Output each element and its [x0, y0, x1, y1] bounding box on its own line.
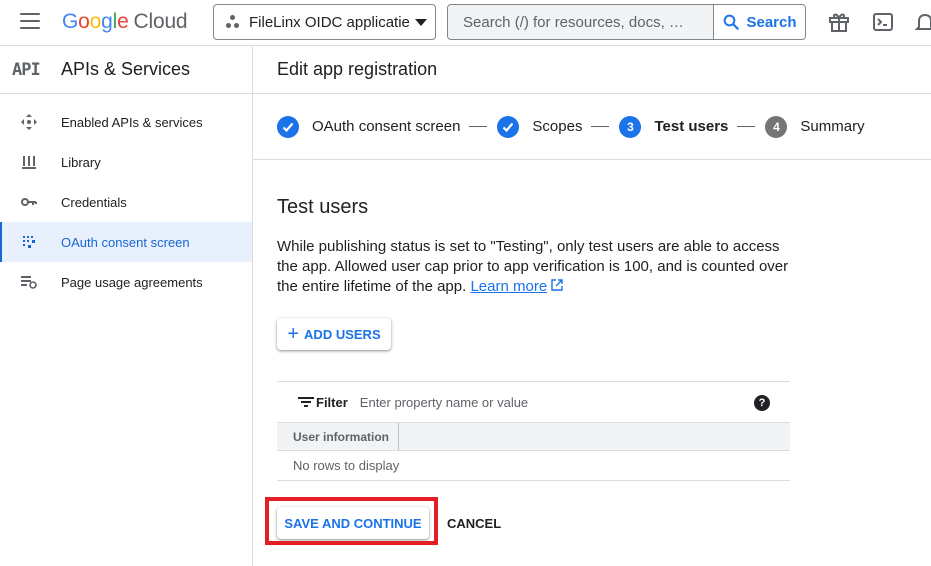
api-logo-icon: API — [12, 59, 41, 80]
library-icon — [19, 155, 39, 169]
step-number: 3 — [619, 115, 642, 138]
oauth-consent-icon — [19, 235, 39, 249]
top-bar: Google Cloud FileLinx OIDC applicatie Sea… — [0, 0, 931, 46]
step-oauth-consent[interactable]: OAuth consent screen — [277, 115, 460, 138]
check-icon — [497, 115, 520, 138]
empty-table-message: No rows to display — [277, 451, 790, 481]
gift-icon[interactable] — [827, 10, 851, 34]
menu-icon[interactable] — [20, 13, 40, 29]
sidebar-item-oauth-consent[interactable]: OAuth consent screen — [0, 222, 252, 262]
sidebar-item-enabled-apis[interactable]: Enabled APIs & services — [0, 102, 252, 142]
section-title: Test users — [277, 196, 369, 218]
project-icon — [226, 15, 240, 29]
notifications-icon[interactable] — [913, 10, 931, 34]
filter-icon — [298, 397, 314, 407]
filter-bar: Filter ? — [277, 381, 790, 423]
check-icon — [277, 115, 299, 138]
sidebar-item-credentials[interactable]: Credentials — [0, 182, 252, 222]
step-separator — [737, 126, 756, 127]
sidebar-header: API APIs & Services — [0, 46, 252, 94]
project-name: FileLinx OIDC applicatie — [249, 13, 409, 31]
save-and-continue-button[interactable]: SAVE AND CONTINUE — [277, 507, 429, 539]
column-header-user-information[interactable]: User information — [277, 423, 399, 450]
filter-input[interactable] — [359, 394, 740, 410]
terminal-icon[interactable] — [871, 10, 895, 34]
step-test-users[interactable]: 3 Test users — [619, 115, 728, 138]
learn-more-link[interactable]: Learn more — [470, 278, 547, 295]
sidebar-title[interactable]: APIs & Services — [61, 59, 190, 80]
sidebar-item-page-usage-agreements[interactable]: Page usage agreements — [0, 262, 252, 302]
search-bar: Search — [447, 4, 806, 40]
enabled-apis-icon — [19, 114, 39, 130]
step-separator — [591, 126, 610, 127]
filter-button[interactable]: Filter — [298, 395, 348, 410]
project-picker[interactable]: FileLinx OIDC applicatie — [213, 4, 436, 40]
sidebar-nav: Enabled APIs & services Library Credenti… — [0, 94, 252, 302]
search-icon — [724, 14, 740, 30]
table-header: User information — [277, 423, 790, 451]
stepper: OAuth consent screen Scopes 3 Test users… — [253, 94, 931, 160]
step-scopes[interactable]: Scopes — [497, 115, 582, 138]
main-content: Edit app registration OAuth consent scre… — [253, 46, 931, 566]
sidebar: API APIs & Services Enabled APIs & servi… — [0, 46, 253, 566]
key-icon — [19, 197, 39, 207]
form-actions: SAVE AND CONTINUE CANCEL — [265, 497, 931, 545]
test-users-section: Test users While publishing status is se… — [253, 196, 931, 545]
step-summary[interactable]: 4 Summary — [765, 115, 865, 138]
chevron-down-icon — [415, 18, 427, 26]
step-number: 4 — [765, 115, 788, 138]
description: While publishing status is set to "Testi… — [277, 238, 789, 295]
help-icon[interactable]: ? — [754, 395, 770, 411]
add-users-button[interactable]: + ADD USERS — [277, 318, 391, 350]
google-cloud-logo[interactable]: Google Cloud — [62, 10, 188, 34]
sidebar-item-library[interactable]: Library — [0, 142, 252, 182]
step-separator — [469, 126, 488, 127]
search-input[interactable] — [448, 5, 713, 39]
search-button[interactable]: Search — [713, 5, 805, 39]
external-link-icon — [551, 279, 564, 291]
plus-icon: + — [287, 322, 300, 345]
cancel-button[interactable]: CANCEL — [447, 507, 501, 539]
page-title: Edit app registration — [253, 46, 931, 94]
users-table: Filter ? User information No rows to dis… — [277, 381, 790, 481]
settings-list-icon — [19, 275, 39, 289]
